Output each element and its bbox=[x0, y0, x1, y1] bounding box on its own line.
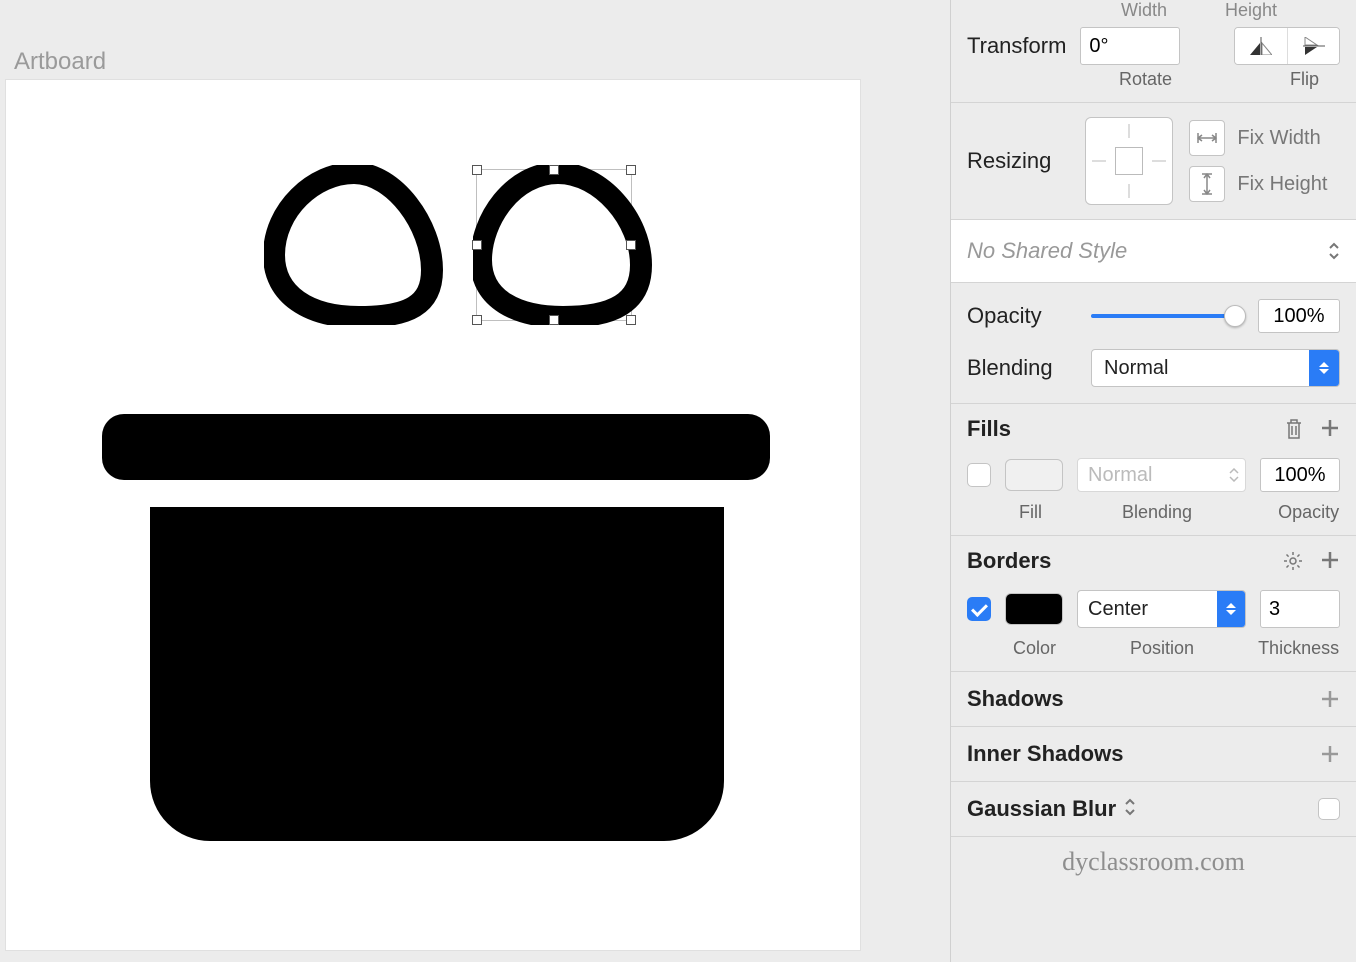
shared-style-select[interactable]: No Shared Style bbox=[951, 220, 1356, 283]
fill-sublabel-blending: Blending bbox=[1122, 502, 1192, 523]
selection-handle-tm[interactable] bbox=[549, 165, 559, 175]
fill-blending-value: Normal bbox=[1088, 464, 1152, 487]
artboard-label[interactable]: Artboard bbox=[14, 48, 106, 76]
selection-handle-bl[interactable] bbox=[472, 315, 482, 325]
blending-label: Blending bbox=[967, 355, 1077, 381]
shape-hat-brim[interactable] bbox=[102, 414, 770, 480]
canvas-area[interactable]: Artboard bbox=[0, 0, 950, 962]
border-color-swatch[interactable] bbox=[1005, 593, 1063, 625]
inspector-panel: Width Height Transform Rotate Flip Resiz… bbox=[950, 0, 1356, 962]
fill-sublabel-fill: Fill bbox=[1019, 502, 1042, 523]
rotate-sublabel: Rotate bbox=[1119, 69, 1172, 90]
border-sublabel-color: Color bbox=[1013, 638, 1056, 659]
borders-title: Borders bbox=[967, 548, 1051, 574]
gaussian-blur-title: Gaussian Blur bbox=[967, 796, 1116, 822]
inner-shadows-title: Inner Shadows bbox=[967, 741, 1123, 767]
fill-enabled-checkbox[interactable] bbox=[967, 463, 991, 487]
shared-style-text: No Shared Style bbox=[967, 238, 1127, 264]
fill-color-swatch[interactable] bbox=[1005, 459, 1063, 491]
fill-opacity-input[interactable] bbox=[1260, 458, 1340, 492]
rotate-input[interactable] bbox=[1080, 27, 1180, 65]
selection-handle-tl[interactable] bbox=[472, 165, 482, 175]
resizing-label: Resizing bbox=[967, 148, 1051, 174]
shadows-add-button[interactable] bbox=[1320, 689, 1340, 709]
width-label: Width bbox=[1121, 0, 1167, 21]
selection-handle-ml[interactable] bbox=[472, 240, 482, 250]
chevron-updown-icon[interactable] bbox=[1124, 796, 1136, 822]
artboard[interactable] bbox=[6, 80, 860, 950]
opacity-label: Opacity bbox=[967, 303, 1077, 329]
gaussian-blur-checkbox[interactable] bbox=[1318, 798, 1340, 820]
fix-width-button[interactable]: Fix Width bbox=[1189, 120, 1327, 156]
flip-vertical-button[interactable] bbox=[1287, 28, 1339, 64]
chevron-updown-icon bbox=[1328, 242, 1340, 260]
fills-title: Fills bbox=[967, 416, 1011, 442]
blending-select[interactable]: Normal bbox=[1091, 349, 1340, 387]
selection-bounds[interactable] bbox=[476, 169, 632, 321]
fix-height-label: Fix Height bbox=[1237, 173, 1327, 196]
selection-handle-mr[interactable] bbox=[626, 240, 636, 250]
border-thickness-input[interactable] bbox=[1260, 590, 1340, 628]
height-label: Height bbox=[1225, 0, 1277, 21]
fill-blending-select[interactable]: Normal bbox=[1077, 458, 1246, 492]
fix-width-icon bbox=[1189, 120, 1225, 156]
borders-add-button[interactable] bbox=[1320, 550, 1340, 572]
flip-group bbox=[1234, 27, 1340, 65]
flip-sublabel: Flip bbox=[1290, 69, 1319, 90]
fill-sublabel-opacity: Opacity bbox=[1278, 502, 1339, 523]
selection-handle-bm[interactable] bbox=[549, 315, 559, 325]
opacity-slider-thumb[interactable] bbox=[1224, 305, 1246, 327]
border-enabled-checkbox[interactable] bbox=[967, 597, 991, 621]
border-sublabel-thickness: Thickness bbox=[1258, 638, 1339, 659]
fix-width-label: Fix Width bbox=[1237, 127, 1320, 150]
opacity-input[interactable] bbox=[1258, 299, 1340, 333]
resizing-constraints[interactable] bbox=[1085, 117, 1173, 205]
shadows-title: Shadows bbox=[967, 686, 1064, 712]
watermark-text: dyclassroom.com bbox=[951, 837, 1356, 891]
shape-hat-body[interactable] bbox=[150, 507, 724, 841]
opacity-slider[interactable] bbox=[1091, 306, 1244, 326]
fix-height-icon bbox=[1189, 166, 1225, 202]
fills-add-button[interactable] bbox=[1320, 418, 1340, 440]
shape-ear-left[interactable] bbox=[264, 165, 444, 325]
selection-handle-tr[interactable] bbox=[626, 165, 636, 175]
flip-horizontal-button[interactable] bbox=[1235, 28, 1287, 64]
transform-label: Transform bbox=[967, 33, 1066, 59]
fix-height-button[interactable]: Fix Height bbox=[1189, 166, 1327, 202]
border-position-value: Center bbox=[1088, 598, 1148, 621]
border-sublabel-position: Position bbox=[1130, 638, 1194, 659]
selection-handle-br[interactable] bbox=[626, 315, 636, 325]
blending-value: Normal bbox=[1104, 357, 1168, 380]
inner-shadows-add-button[interactable] bbox=[1320, 744, 1340, 764]
borders-settings-button[interactable] bbox=[1282, 550, 1304, 572]
chevron-updown-icon bbox=[1229, 468, 1239, 482]
fills-delete-button[interactable] bbox=[1284, 418, 1304, 440]
border-position-select[interactable]: Center bbox=[1077, 590, 1246, 628]
